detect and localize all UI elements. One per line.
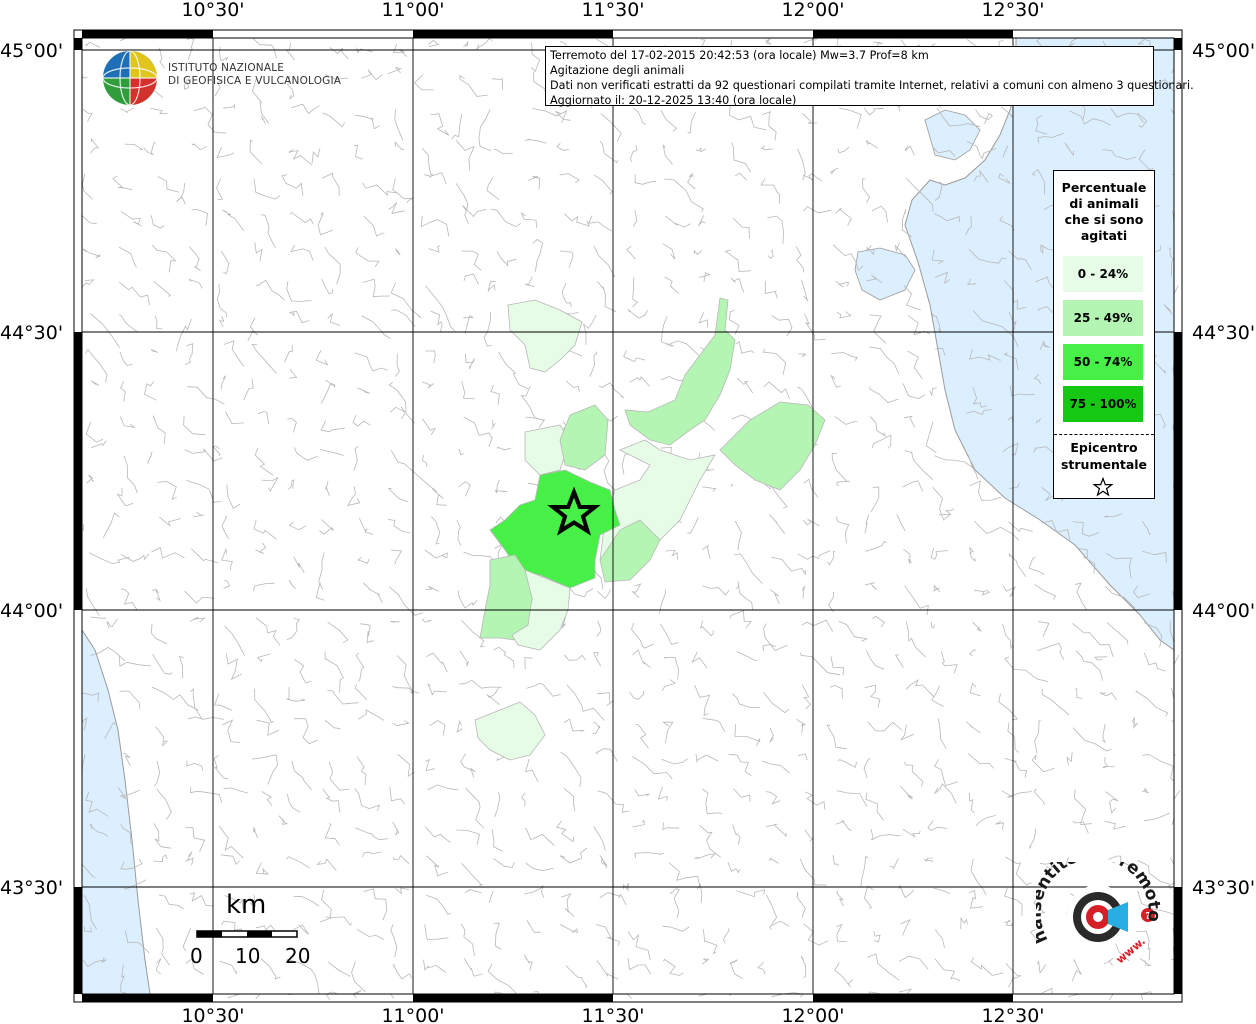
lon-label-bottom: 11°00' <box>381 1005 444 1024</box>
scale-unit-label: km <box>226 890 267 920</box>
municipality-border <box>255 993 275 1000</box>
legend-swatch-50-74: 50 - 74% <box>1063 344 1143 380</box>
ingv-logo <box>101 48 163 112</box>
lon-label-top: 10°30' <box>181 0 244 21</box>
update-timestamp: Aggiornato il: 20-12-2025 13:40 (ora loc… <box>550 94 797 107</box>
lat-label-right: 43°30' <box>1192 877 1255 899</box>
event-info-box: Terremoto del 17-02-2015 20:42:53 (ora l… <box>545 46 1194 107</box>
legend-epicenter-line: Epicentro <box>1070 440 1138 455</box>
municipality-border <box>626 993 635 999</box>
legend-title: Percentuale di animali che si sono agita… <box>1054 180 1154 244</box>
legend: Percentuale di animali che si sono agita… <box>1053 170 1155 499</box>
legend-swatch-25-49: 25 - 49% <box>1063 300 1143 336</box>
lat-label-right: 45°00' <box>1192 40 1255 62</box>
lat-label-left: 43°30' <box>0 877 63 899</box>
lon-label-top: 11°00' <box>381 0 444 21</box>
legend-divider <box>1054 434 1154 435</box>
scale-tick-label: 0 <box>190 944 203 968</box>
lon-label-bottom: 10°30' <box>181 1005 244 1024</box>
lon-label-bottom: 12°00' <box>781 1005 844 1024</box>
legend-title-line: di animali <box>1069 196 1139 211</box>
legend-title-line: Percentuale <box>1061 180 1147 195</box>
scale-tick-label: 10 <box>235 944 261 968</box>
scale-bar <box>196 930 298 938</box>
event-title: Terremoto del 17-02-2015 20:42:53 (ora l… <box>550 49 929 62</box>
data-disclaimer: Dati non verificati estratti da 92 quest… <box>550 79 1194 92</box>
scale-tick-label: 20 <box>285 944 311 968</box>
municipality-border <box>82 523 85 531</box>
legend-title-line: che si sono <box>1064 212 1144 227</box>
municipality-border <box>1173 790 1181 809</box>
map-subject: Agitazione degli animali <box>550 64 685 77</box>
lon-label-top: 12°00' <box>781 0 844 21</box>
ingv-org-name: ISTITUTO NAZIONALE DI GEOFISICA E VULCAN… <box>168 62 341 88</box>
lon-label-bottom: 11°30' <box>581 1005 644 1024</box>
municipality-border <box>227 993 258 999</box>
lat-label-left: 44°00' <box>0 600 63 622</box>
legend-title-line: agitati <box>1080 228 1128 243</box>
municipality-border <box>387 993 400 999</box>
municipality-border <box>1173 285 1179 300</box>
legend-star-icon <box>1092 477 1114 497</box>
lon-label-bottom: 12°30' <box>981 1005 1044 1024</box>
ingv-globe-icon <box>102 50 158 106</box>
legend-swatch-0-24: 0 - 24% <box>1063 256 1143 292</box>
legend-swatch-75-100: 75 - 100% <box>1063 386 1143 422</box>
legend-epicenter-line: strumentale <box>1060 457 1148 472</box>
lat-label-right: 44°00' <box>1192 600 1255 622</box>
lat-label-left: 44°30' <box>0 322 63 344</box>
legend-epicenter-label: Epicentro strumentale <box>1054 439 1154 473</box>
ingv-org-line: ISTITUTO NAZIONALE <box>168 62 285 74</box>
municipality-border <box>1173 654 1180 665</box>
lon-label-top: 11°30' <box>581 0 644 21</box>
lon-label-top: 12°30' <box>981 0 1044 21</box>
hst-logo: ? haisentitoilterremoto.it www. <box>1026 844 1166 986</box>
municipality-border <box>1108 993 1145 1000</box>
ingv-org-line: DI GEOFISICA E VULCANOLOGIA <box>168 75 342 87</box>
hst-logo-badge: ? haisentitoilterremoto.it www. <box>1026 844 1164 966</box>
lat-label-left: 45°00' <box>0 40 63 62</box>
lat-label-right: 44°30' <box>1192 322 1255 344</box>
